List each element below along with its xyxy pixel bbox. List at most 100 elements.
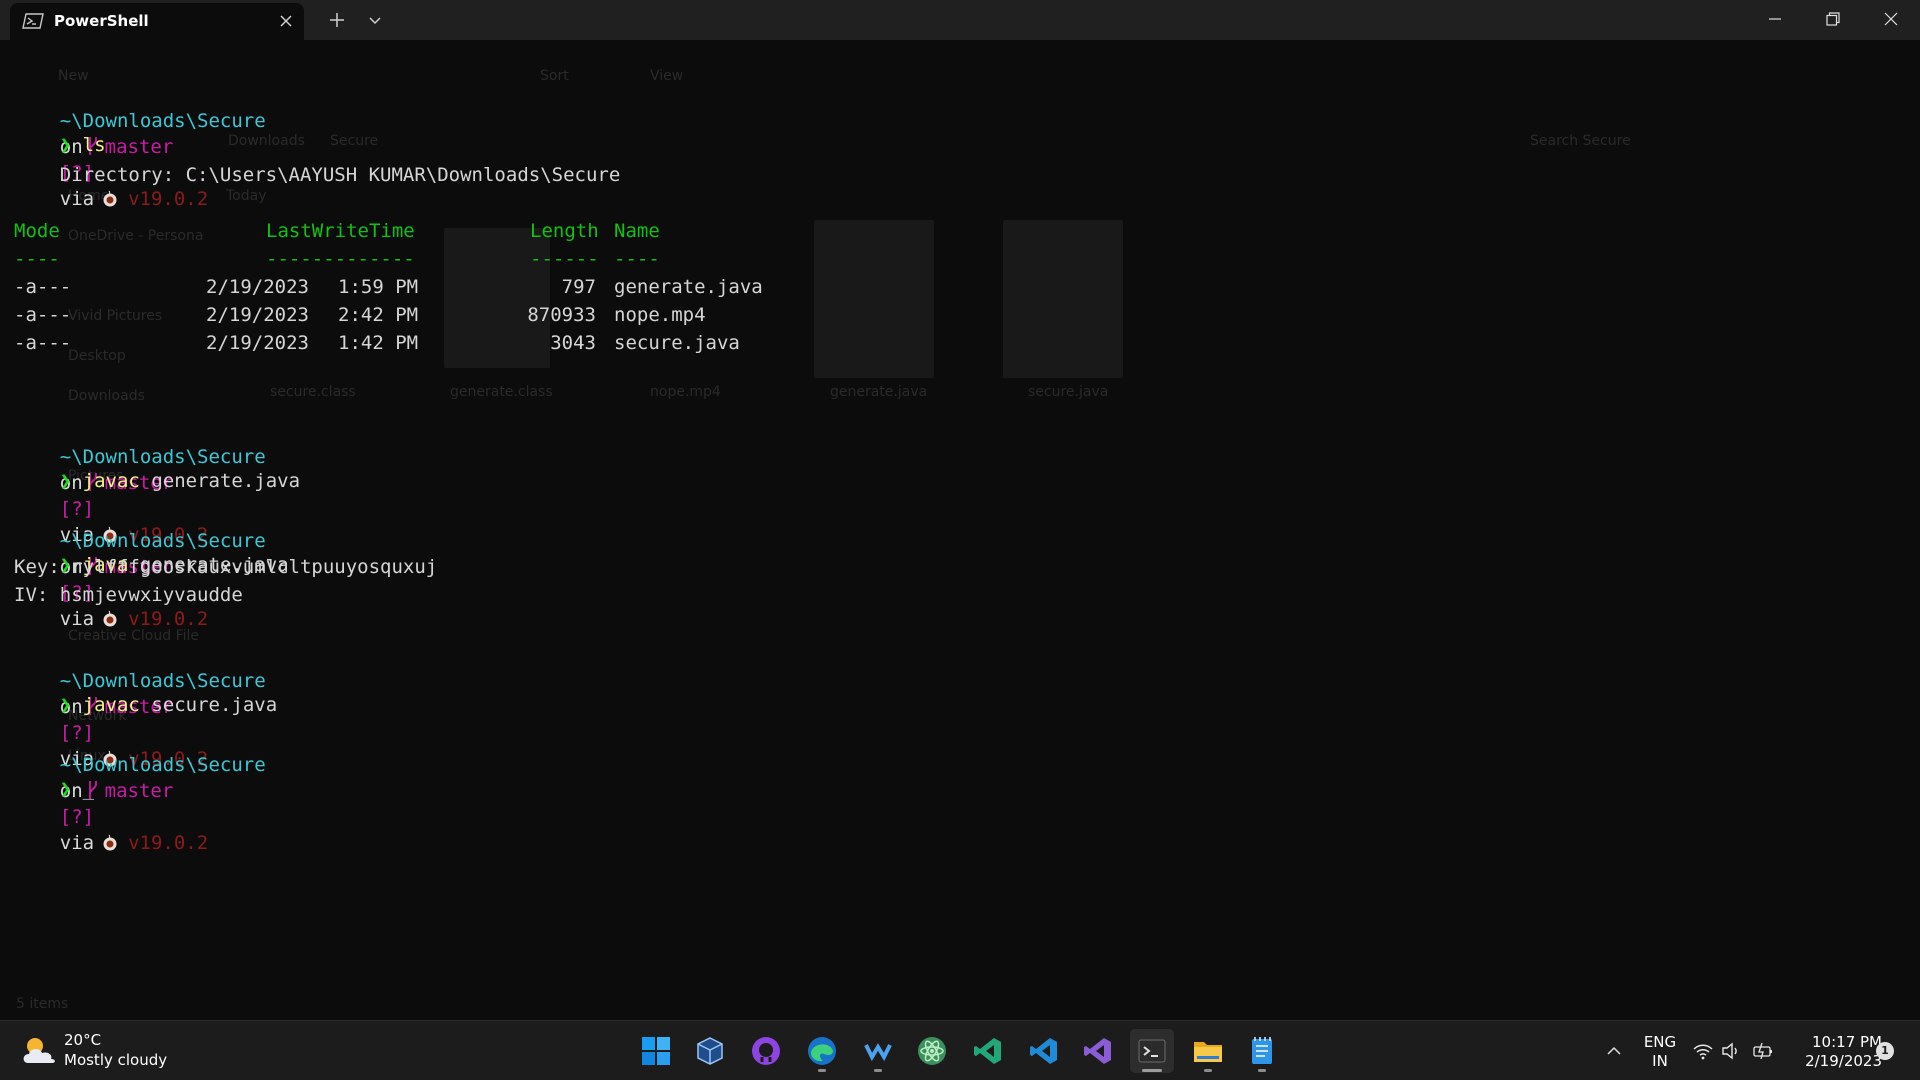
prompt-version: v19.0.2 (128, 608, 209, 630)
edge-browser-icon (808, 1037, 836, 1065)
row-date: 2/19/2023 (206, 332, 309, 354)
running-indicator (1258, 1069, 1266, 1072)
row-time: 1:59 PM (338, 276, 419, 298)
active-indicator (1142, 1069, 1162, 1072)
command-exe: javac (82, 470, 140, 492)
row-mode: -a--- (14, 276, 72, 298)
folder-icon (1194, 1042, 1222, 1062)
row-length: 870933 (527, 304, 596, 326)
prompt-branch: master (104, 780, 174, 802)
taskbar-terminal[interactable] (1130, 1029, 1174, 1073)
close-tab-icon[interactable] (276, 11, 296, 31)
taskbar-virtualbox[interactable] (688, 1029, 732, 1073)
command-line: ❯ javac generate.java (14, 442, 300, 492)
windows-logo-icon (642, 1037, 670, 1065)
weather-temperature[interactable]: 20°C (64, 1031, 101, 1049)
prompt-via: via (59, 188, 95, 210)
vscode-insiders-icon (974, 1038, 1001, 1064)
tab-powershell[interactable]: PowerShell (10, 3, 304, 40)
prompt-branch: master (104, 136, 174, 158)
battery-charging-icon[interactable] (1752, 1040, 1774, 1062)
header-lastwritetime: LastWriteTime (266, 220, 415, 242)
running-indicator (1204, 1069, 1212, 1072)
taskbar: 20°C Mostly cloudy ENG IN 10:17 PM 2/19/… (0, 1020, 1920, 1080)
prompt-line: ~\Downloads\Secure on master [?] via v19.0… (14, 418, 266, 546)
command-exe: javac (82, 694, 140, 716)
java-cup-icon (103, 190, 117, 207)
clock-time: 10:17 PM (1812, 1033, 1882, 1051)
terminal-output[interactable]: ~\Downloads\Secure on master [?] via v19.0… (14, 82, 1904, 982)
taskbar-github-desktop[interactable] (744, 1029, 788, 1073)
new-tab-icon[interactable] (326, 9, 348, 31)
command-ls: ls (82, 134, 106, 156)
taskbar-visual-studio[interactable] (1076, 1029, 1120, 1073)
prompt-symbol: ❯ (59, 470, 72, 492)
taskbar-atom[interactable] (910, 1029, 954, 1073)
virtualbox-icon (697, 1037, 723, 1065)
java-cup-icon (103, 834, 117, 851)
restore-button[interactable] (1804, 0, 1862, 38)
command-line: ❯ javac secure.java (14, 666, 277, 716)
prompt-version: v19.0.2 (128, 188, 209, 210)
vscode-icon (1030, 1038, 1057, 1064)
header-mode: Mode (14, 220, 60, 242)
prompt-line: ~\Downloads\Secure on master [?] via v19.0… (14, 726, 266, 854)
java-cup-icon (103, 610, 117, 627)
row-mode: -a--- (14, 304, 72, 326)
prompt-symbol: ❯ (59, 134, 72, 156)
close-icon (1884, 12, 1898, 26)
chevron-up-icon[interactable] (1604, 1041, 1624, 1061)
underline-length: ------ (530, 248, 599, 270)
row-length: 797 (561, 276, 596, 298)
launcher-icon (864, 1043, 892, 1062)
region-code: IN (1652, 1052, 1668, 1070)
terminal-cursor[interactable]: _ (83, 778, 94, 800)
weather-cloudy-icon[interactable] (20, 1031, 60, 1069)
directory-line: Directory: C:\Users\AAYUSH KUMAR\Downloa… (14, 164, 621, 186)
taskbar-edge[interactable] (800, 1029, 844, 1073)
visual-studio-icon (1084, 1038, 1111, 1064)
taskbar-vscode-insiders[interactable] (966, 1029, 1010, 1073)
notepad-icon (1252, 1037, 1272, 1064)
row-name: generate.java (614, 276, 763, 298)
running-indicator (874, 1069, 882, 1072)
prompt-status: [?] (59, 806, 95, 828)
row-name: nope.mp4 (614, 304, 706, 326)
command-arg: generate.java (151, 470, 301, 492)
chevron-down-icon[interactable] (364, 9, 386, 31)
restore-icon (1826, 12, 1840, 26)
underline-lastwritetime: ------------- (266, 248, 415, 270)
underline-mode: ---- (14, 248, 60, 270)
notification-badge[interactable]: 1 (1876, 1042, 1894, 1060)
language-indicator[interactable]: ENG IN (1643, 1033, 1677, 1071)
row-mode: -a--- (14, 332, 72, 354)
taskbar-notepad[interactable] (1240, 1029, 1284, 1073)
running-indicator (818, 1069, 826, 1072)
clock-date: 2/19/2023 (1805, 1052, 1882, 1070)
taskbar-vscode[interactable] (1022, 1029, 1066, 1073)
minimize-button[interactable] (1746, 0, 1804, 38)
output-key: Key: rylfffgooskauxvumlcltpuuyosquxuj (14, 556, 438, 578)
prompt-version: v19.0.2 (128, 832, 209, 854)
taskbar-minecraft-launcher[interactable] (856, 1029, 900, 1073)
title-bar: PowerShell (0, 0, 1920, 40)
ghost-status-items: 5 items (16, 996, 69, 1012)
close-window-button[interactable] (1862, 0, 1920, 38)
language-code: ENG (1643, 1033, 1677, 1051)
start-button[interactable] (634, 1029, 678, 1073)
output-iv: IV: hsmjevwxiyvaudde (14, 584, 243, 606)
wifi-icon[interactable] (1692, 1040, 1714, 1062)
row-length: 3043 (550, 332, 596, 354)
row-time: 2:42 PM (338, 304, 419, 326)
command-line[interactable]: ❯ _ (14, 750, 94, 800)
prompt-symbol: ❯ (59, 694, 72, 716)
minimize-icon (1769, 18, 1781, 20)
row-date: 2/19/2023 (206, 304, 309, 326)
weather-description[interactable]: Mostly cloudy (64, 1051, 167, 1069)
system-clock[interactable]: 10:17 PM 2/19/2023 (1786, 1033, 1882, 1071)
taskbar-file-explorer[interactable] (1186, 1029, 1230, 1073)
prompt-via: via (59, 608, 95, 630)
volume-icon[interactable] (1720, 1040, 1742, 1062)
prompt-line: ~\Downloads\Secure on master [?] via v19.0… (14, 642, 266, 770)
header-name: Name (614, 220, 660, 242)
